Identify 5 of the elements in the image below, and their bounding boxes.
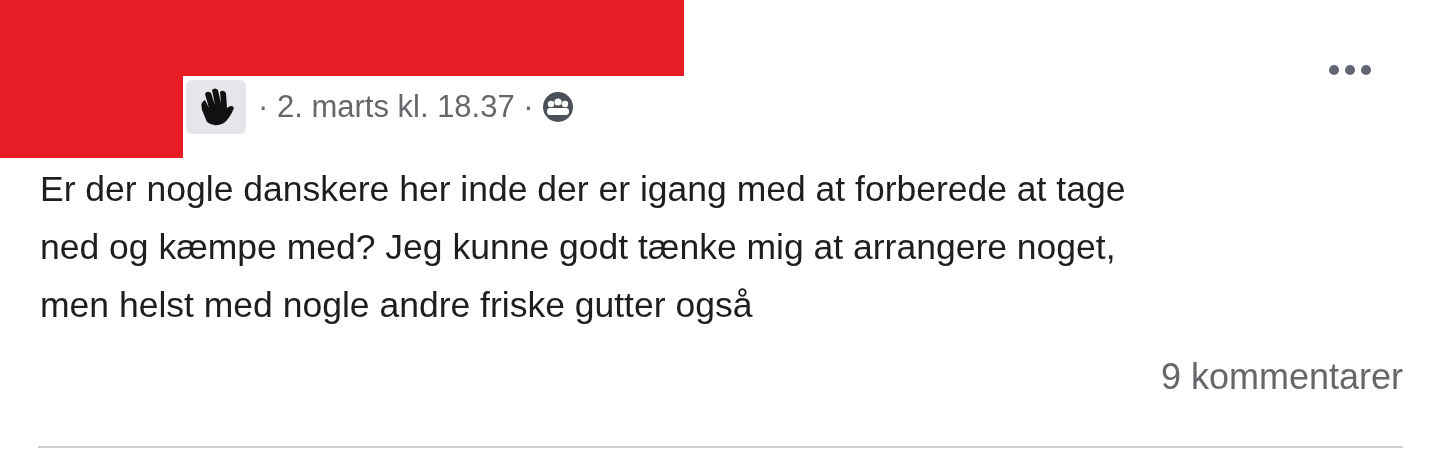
comments-link[interactable]: 9 kommentarer: [1160, 356, 1403, 398]
post-text: Er der nogle danskere her inde der er igang med at forberede at tage ned og kæmpe med? Jeg kunne godt tænke mig at arrangere noget, men helst med nogle andre friske gutter også: [40, 168, 1127, 327]
post-timestamp[interactable]: · 2. marts kl. 18.37 ·: [258, 89, 534, 125]
more-options-icon[interactable]: [1326, 62, 1374, 78]
group-icon: [541, 91, 574, 123]
